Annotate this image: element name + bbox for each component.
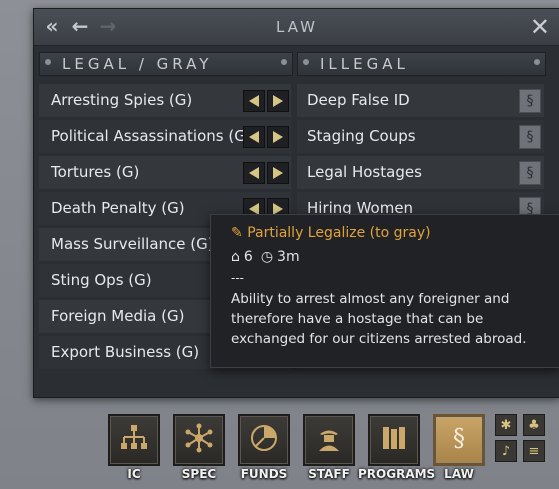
arrow-left-icon[interactable] [243,90,265,112]
paragraph-icon[interactable]: § [519,89,541,113]
legal-row-label: Mass Surveillance (G) [51,235,214,253]
toolbar-button-law[interactable]: § [433,414,485,466]
clock-icon: ◷ [260,249,274,265]
legal-row-label: Political Assassinations (G) [51,127,252,145]
paragraph-icon[interactable]: § [519,125,541,149]
legal-row-label: Sting Ops (G) [51,271,152,289]
tooltip-time: 3m [277,249,300,265]
tooltip-description: Ability to arrest almost any foreigner a… [231,291,527,347]
books-icon [379,423,409,457]
illegal-row-label: Legal Hostages [307,163,422,181]
tooltip-separator: --- [231,271,244,285]
legal-row-label: Arresting Spies (G) [51,91,193,109]
legal-row[interactable]: Arresting Spies (G) [39,84,291,117]
bell-icon[interactable]: ♣ [523,414,545,436]
legal-row-label: Tortures (G) [51,163,140,181]
toolbar-button-funds[interactable] [238,414,290,466]
toolbar-label: PROGRAMS [358,467,436,481]
menu-icon[interactable]: ≡ [523,440,545,462]
pencil-icon: ✎ [231,225,243,241]
illegal-header-label: ILLEGAL [320,55,409,73]
nail-icon [45,59,51,65]
network-icon [184,423,214,457]
toolbar-label: LAW [444,467,474,481]
toolbar-button-staff[interactable] [303,414,355,466]
toolbar-label: FUNDS [240,467,288,481]
toolbar-button-ic[interactable] [108,414,160,466]
paragraph-icon[interactable]: § [519,161,541,185]
svg-text:§: § [453,424,465,452]
bank-icon: ⌂ [231,249,240,265]
illegal-row[interactable]: Legal Hostages § [297,156,544,189]
window-title: LAW [276,18,318,36]
illegal-row-label: Deep False ID [307,91,410,109]
toolbar-label: SPEC [181,467,217,481]
tooltip-title-text: Partially Legalize (to gray) [247,225,431,241]
tooltip-stats: ⌂ 6 ◷ 3m [231,249,300,265]
illegal-row[interactable]: Deep False ID § [297,84,544,117]
legal-row[interactable]: Political Assassinations (G) [39,120,291,153]
legal-row-label: Foreign Media (G) [51,307,185,325]
legal-row-label: Death Penalty (G) [51,199,185,217]
arrow-left-icon[interactable] [243,162,265,184]
hierarchy-icon [119,423,149,457]
tooltip-cost: 6 [243,249,253,265]
nail-icon [303,59,309,65]
arrow-right-icon[interactable] [267,162,289,184]
toolbar-button-spec[interactable] [173,414,225,466]
arrow-left-icon[interactable] [243,126,265,148]
legal-column-header: LEGAL / GRAY [39,52,293,76]
toolbar-label: STAFF [308,467,350,481]
pie-chart-icon [249,423,279,457]
toolbar-label: IC [127,467,141,481]
tooltip: ✎ Partially Legalize (to gray) ⌂ 6 ◷ 3m … [210,214,559,368]
paragraph-icon: § [444,423,474,457]
title-bar: « ← → LAW ✕ [34,9,559,46]
agent-icon [314,423,344,457]
illegal-column-header: ILLEGAL [297,52,546,76]
arrow-right-icon[interactable] [267,90,289,112]
music-icon[interactable]: ♪ [495,440,517,462]
bug-icon[interactable]: ✱ [495,414,517,436]
illegal-row-label: Staging Coups [307,127,416,145]
nail-icon [281,59,287,65]
arrow-right-icon[interactable] [267,126,289,148]
legal-row-label: Export Business (G) [51,343,200,361]
toolbar-button-programs[interactable] [368,414,420,466]
tooltip-title: ✎ Partially Legalize (to gray) [231,225,431,241]
nail-icon [534,59,540,65]
legal-row[interactable]: Tortures (G) [39,156,291,189]
legal-header-label: LEGAL / GRAY [62,55,213,73]
illegal-row[interactable]: Staging Coups § [297,120,544,153]
close-button[interactable]: ✕ [530,13,550,41]
